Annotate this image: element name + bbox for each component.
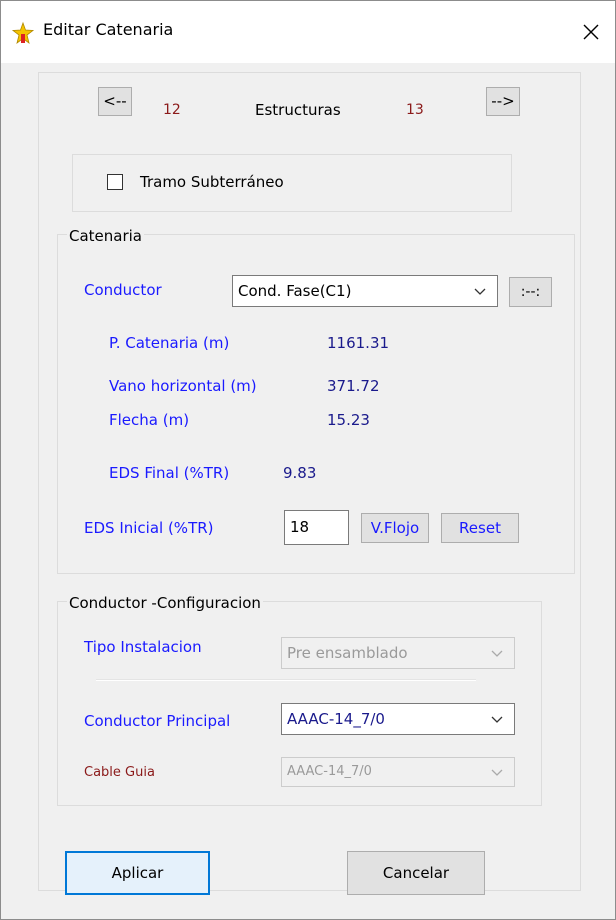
p-catenaria-value: 1161.31 — [327, 334, 390, 352]
conductor-select[interactable]: Cond. Fase(C1) — [232, 275, 498, 307]
vflojo-button-label: V.Flojo — [370, 519, 420, 537]
window-title: Editar Catenaria — [43, 20, 174, 39]
chevron-down-icon — [473, 276, 487, 306]
p-catenaria-label: P. Catenaria (m) — [109, 334, 230, 352]
conductor-options-button[interactable]: :--: — [509, 277, 552, 307]
flecha-label: Flecha (m) — [109, 411, 190, 429]
separator-line — [96, 679, 476, 681]
chevron-down-icon — [490, 758, 504, 786]
dialog-window: Editar Catenaria <-- 12 Estructuras 13 -… — [0, 0, 616, 920]
tramo-subterraneo-checkbox[interactable] — [107, 174, 123, 190]
eds-inicial-input-value: 18 — [290, 518, 310, 536]
structures-label: Estructuras — [255, 101, 341, 119]
prev-structure-number: 12 — [163, 102, 181, 118]
cancelar-button-label: Cancelar — [382, 864, 450, 882]
cable-guia-value: AAAC-14_7/0 — [287, 764, 372, 779]
aplicar-button[interactable]: Aplicar — [65, 851, 210, 895]
conductor-principal-value: AAAC-14_7/0 — [287, 710, 385, 728]
cable-guia-select[interactable]: AAAC-14_7/0 — [281, 757, 515, 787]
close-icon[interactable] — [571, 15, 611, 49]
catenaria-legend: Catenaria — [67, 227, 145, 245]
cancelar-button[interactable]: Cancelar — [347, 851, 485, 895]
tramo-group — [72, 154, 512, 212]
app-star-icon — [11, 21, 35, 45]
tipo-instalacion-value: Pre ensamblado — [287, 644, 408, 662]
prev-structure-button[interactable]: <-- — [98, 87, 132, 116]
chevron-down-icon — [490, 638, 504, 668]
conductor-select-value: Cond. Fase(C1) — [238, 282, 352, 300]
next-structure-number: 13 — [406, 102, 424, 118]
reset-button[interactable]: Reset — [441, 513, 519, 543]
vano-horizontal-value: 371.72 — [327, 377, 380, 395]
conductor-principal-label: Conductor Principal — [84, 712, 231, 730]
conductor-label: Conductor — [84, 281, 162, 299]
eds-inicial-input[interactable]: 18 — [284, 510, 349, 545]
eds-inicial-label: EDS Inicial (%TR) — [84, 519, 214, 537]
conductor-options-label: :--: — [520, 284, 541, 300]
conductor-principal-select[interactable]: AAAC-14_7/0 — [281, 703, 515, 735]
tipo-instalacion-select[interactable]: Pre ensamblado — [281, 637, 515, 669]
prev-button-label: <-- — [103, 92, 127, 110]
reset-button-label: Reset — [459, 519, 501, 537]
eds-final-value: 9.83 — [283, 464, 317, 482]
title-bar: Editar Catenaria — [1, 1, 615, 63]
vflojo-button[interactable]: V.Flojo — [361, 513, 429, 543]
next-structure-button[interactable]: --> — [486, 87, 520, 116]
aplicar-button-label: Aplicar — [111, 864, 164, 882]
vano-horizontal-label: Vano horizontal (m) — [109, 377, 257, 395]
flecha-value: 15.23 — [327, 411, 370, 429]
eds-final-label: EDS Final (%TR) — [109, 464, 230, 482]
configuracion-legend: Conductor -Configuracion — [67, 594, 263, 612]
tramo-subterraneo-label[interactable]: Tramo Subterráneo — [140, 173, 284, 191]
cable-guia-label: Cable Guia — [84, 765, 155, 780]
tipo-instalacion-label: Tipo Instalacion — [84, 638, 202, 656]
next-button-label: --> — [491, 92, 515, 110]
chevron-down-icon — [490, 704, 504, 734]
